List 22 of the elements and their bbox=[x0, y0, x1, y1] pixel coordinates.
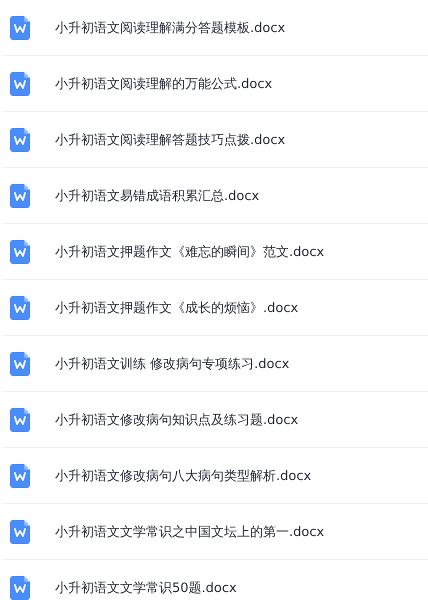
document-icon bbox=[10, 240, 30, 264]
document-icon bbox=[10, 296, 30, 320]
file-name[interactable]: 小升初语文阅读理解的万能公式.docx bbox=[55, 74, 272, 92]
file-name[interactable]: 小升初语文文学常识之中国文坛上的第一.docx bbox=[55, 522, 324, 540]
document-icon bbox=[10, 352, 30, 376]
document-icon bbox=[10, 72, 30, 96]
file-name[interactable]: 小升初语文修改病句知识点及练习题.docx bbox=[55, 410, 298, 428]
document-icon bbox=[10, 464, 30, 488]
document-icon bbox=[10, 16, 30, 40]
file-name[interactable]: 小升初语文阅读理解满分答题模板.docx bbox=[55, 18, 286, 36]
file-name[interactable]: 小升初语文训练 修改病句专项练习.docx bbox=[55, 354, 290, 372]
file-name[interactable]: 小升初语文修改病句八大病句类型解析.docx bbox=[55, 466, 312, 484]
file-name[interactable]: 小升初语文押题作文《成长的烦恼》.docx bbox=[55, 298, 298, 316]
document-icon bbox=[10, 520, 30, 544]
document-icon bbox=[10, 408, 30, 432]
file-name[interactable]: 小升初语文易错成语积累汇总.docx bbox=[55, 186, 260, 204]
file-name[interactable]: 小升初语文阅读理解答题技巧点拨.docx bbox=[55, 130, 286, 148]
document-icon bbox=[10, 184, 30, 208]
document-icon bbox=[10, 128, 30, 152]
file-name[interactable]: 小升初语文押题作文《难忘的瞬间》范文.docx bbox=[55, 242, 324, 260]
file-name[interactable]: 小升初语文文学常识50题.docx bbox=[55, 578, 237, 596]
document-icon bbox=[10, 576, 30, 600]
